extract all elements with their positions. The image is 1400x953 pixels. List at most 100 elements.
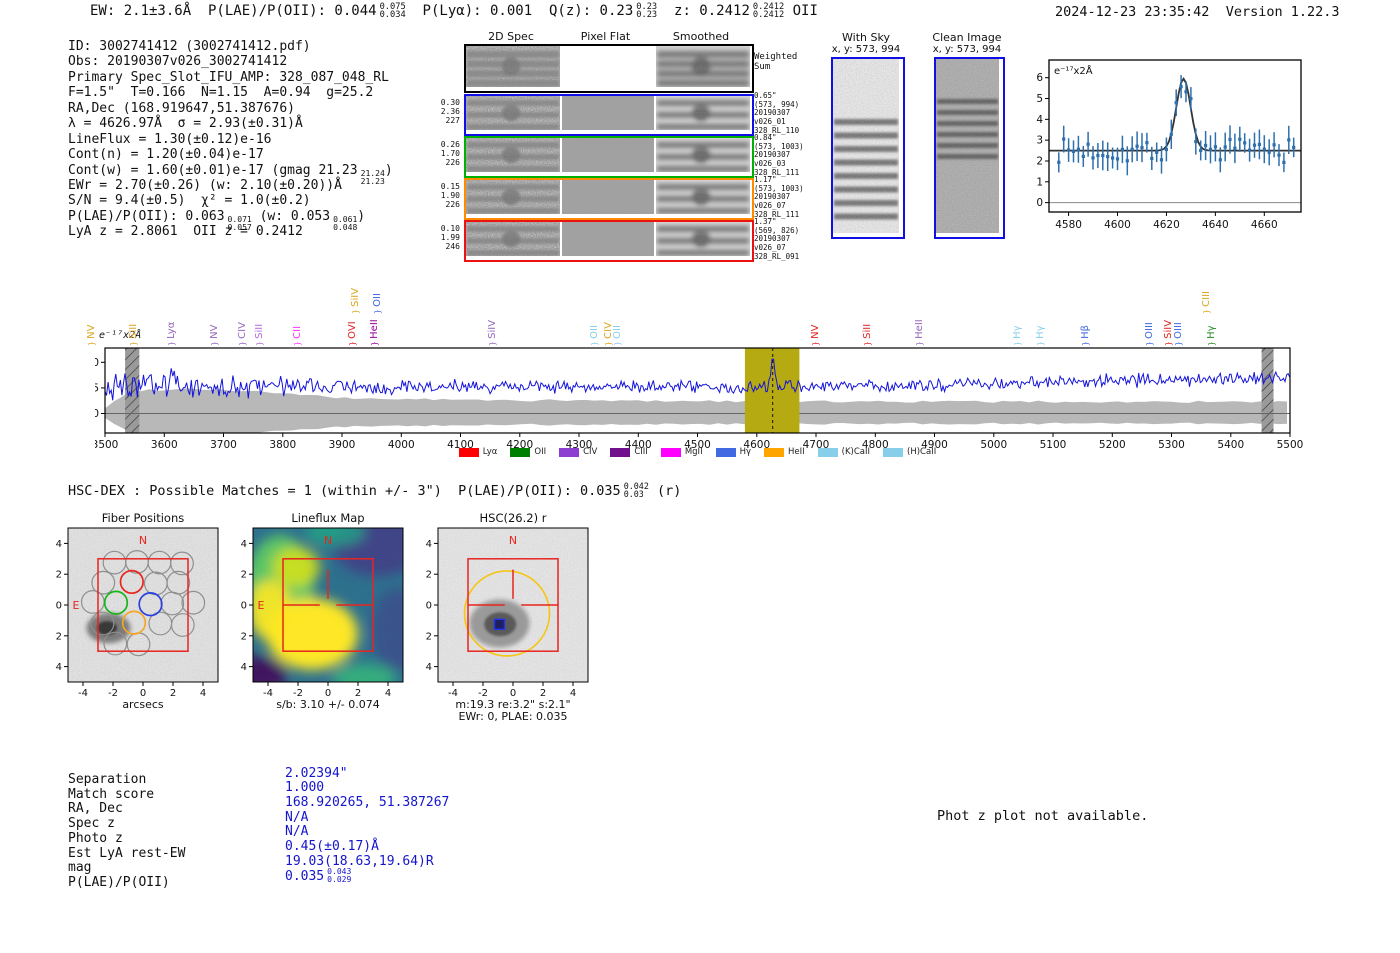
svg-text:4: 4 [426,539,432,550]
text-segment: LyA z = 2.8061 OII z = 0.2412 [68,224,303,240]
text-segment: ID: 3002741412 (3002741412.pdf) [68,39,311,54]
spectral-line-marker: } Hγ [1011,325,1023,346]
text-segment: (r) [648,483,682,499]
svg-text:2: 2 [426,570,432,581]
text-segment: λ = 4626.97Å σ = 2.93(±0.31)Å [68,116,303,132]
smooth-cutout-image [655,180,750,214]
match-row-label: Match score [68,786,155,802]
legend-item: (K)CaII [817,447,871,457]
cutout-column-header: 2D Spec [488,30,534,43]
cutout-column-header: Smoothed [672,30,730,43]
spectral-line-marker: } SiII [861,323,873,346]
row-source-label: 1.37" (569, 826) 20190307 v026_07 328_RL_091 [754,217,800,261]
elixer-detection-report: EW: 2.1±3.6Å P(LAE)/P(OII): 0.044 0.075 0.… [0,0,1400,953]
svg-text:-4: -4 [425,662,432,673]
uncertainty-range: 0.042 0.03 [623,481,649,499]
match-row-value: N/A [285,824,309,840]
legend-swatch [510,447,531,457]
uncertainty-range: 0.23 0.23 [636,2,658,21]
match-row-value: 0.035 0.043 0.029 [285,867,352,885]
svg-text:0: 0 [1036,197,1043,209]
spectral-line-marker: } NV [809,324,821,346]
info-line: EWr = 2.70(±0.26) (w: 2.10(±0.20))Å [68,178,393,193]
svg-text:-4: -4 [240,662,247,673]
legend-item: MgII [660,447,703,457]
legend-label: HeII [788,447,805,457]
cutout-row [464,178,754,220]
full-spectrum-plot: 3500360037003800390040004100420043004400… [82,340,1305,464]
legend-item: Hγ [715,447,751,457]
row-source-label: 0.84" (573, 1003) 20190307 v026_03 328_RL_11… [754,133,804,177]
svg-text:4: 4 [1036,114,1043,126]
text-segment: S/N = 9.4(±0.5) χ² = 1.0(±0.2) [68,193,311,209]
legend-label: (K)CaII [841,447,871,457]
photz-note: Phot z plot not available. [937,808,1149,824]
spectral-line-marker: } HeII [914,319,926,346]
report-version: Version 1.22.3 [1225,4,1340,20]
svg-text:4660: 4660 [1251,219,1278,231]
svg-text:e⁻¹⁷x2Å: e⁻¹⁷x2Å [1054,64,1093,77]
text-segment: OII [784,3,818,20]
spectral-line-marker: } CII [291,325,303,346]
svg-text:2: 2 [170,688,176,699]
row-source-label: Weighted Sum [754,52,798,73]
spectral-line-marker: } SiIV [350,287,362,314]
legend-swatch [883,447,904,457]
legend-swatch [764,447,784,457]
svg-text:-2: -2 [108,688,118,699]
svg-text:0: 0 [241,601,247,612]
hsc-dex-header: HSC-DEX : Possible Matches = 1 (within +… [68,481,682,499]
spectral-line-marker: } SiII [128,323,140,346]
flat-cutout-image [561,180,654,214]
svg-text:2.5: 2.5 [95,382,99,394]
uncertainty-range: 0.075 0.034 [379,2,406,21]
smooth-cutout-image [655,46,750,87]
svg-text:4640: 4640 [1202,219,1229,231]
spectral-line-marker: } NV [209,324,221,346]
match-row-label: Est LyA rest-EW [68,845,186,861]
info-line: LineFlux = 1.30(±0.12)e-16 [68,132,393,147]
row-metrics-label: 0.10 1.99 246 [440,224,460,252]
smooth-cutout-image [655,138,750,172]
svg-text:0: 0 [56,601,62,612]
spectral-line-marker: } SiII [253,323,265,346]
spec-cutout-image [466,138,560,172]
text-segment: F=1.5" T=0.166 N=1.15 A=0.94 g=25.2 [68,85,374,101]
legend-item: OII [510,447,546,457]
uncertainty-range: 0.043 0.029 [327,867,352,885]
text-segment: EW: 2.1±3.6Å P(LAE)/P(OII): 0.044 [90,3,377,20]
match-row-value: 168.920265, 51.387267 [285,794,450,810]
text-segment: z: 0.2412 [657,3,750,20]
svg-text:E: E [258,599,265,612]
spectral-line-marker: } OII [611,325,623,346]
row-source-label: 1.17" (573, 1003) 20190307 v026_07 328_RL_11… [754,175,804,219]
match-row-label: P(LAE)/P(OII) [68,874,170,890]
svg-text:-4: -4 [78,688,88,699]
row-source-label: 0.65" (573, 994) 20190307 v026_01 328_RL_110 [754,91,800,135]
spectral-line-marker: } CIV [237,322,249,346]
svg-text:Lineflux Map: Lineflux Map [291,512,364,525]
cutout-column-header: Pixel Flat [580,30,631,43]
hsc-plot: HSC(26.2) rN-4-2024420-2-4m:19.3 re:3.2"… [422,511,600,726]
legend-label: Hγ [739,447,751,457]
spectral-line-marker: } Hγ [1034,325,1046,346]
info-line: P(LAE)/P(OII): 0.063 0.071 0.057 (w: 0.053… [68,209,393,231]
svg-text:4580: 4580 [1055,219,1082,231]
spectral-line-marker: } NV [86,324,97,346]
info-line: Cont(w) = 1.60(±0.01)e-17 (gmag 21.23 21.… [68,163,393,185]
flat-cutout-image [561,46,654,87]
svg-text:4: 4 [56,539,62,550]
svg-text:arcsecs: arcsecs [122,698,164,711]
text-segment: HSC-DEX : Possible Matches = 1 (within +… [68,483,621,499]
info-line: Primary Spec_Slot_IFU_AMP: 328_087_048_R… [68,70,393,85]
svg-text:4: 4 [570,688,576,699]
svg-text:-2: -2 [425,631,432,642]
legend-item: Lyα [458,447,497,457]
cutout-row [464,94,754,136]
svg-text:2: 2 [1036,156,1043,168]
legend-label: CIII [634,447,648,457]
svg-text:-2: -2 [55,631,62,642]
match-row-label: Spec z [68,816,115,832]
svg-text:4: 4 [200,688,206,699]
row-metrics-label: 0.26 1.70 226 [440,140,460,168]
